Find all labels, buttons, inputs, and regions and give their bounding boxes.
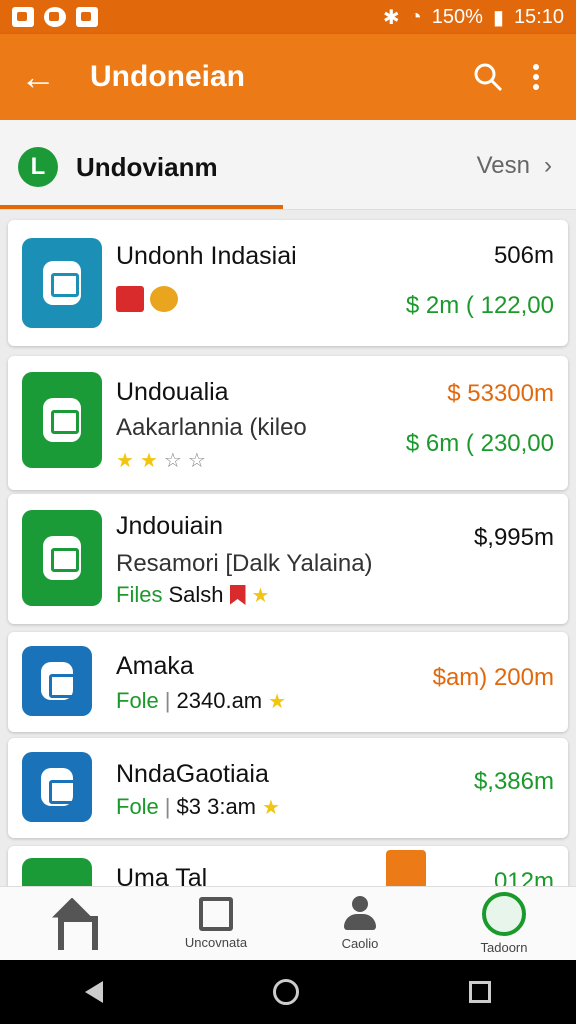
item-tag: Fole [116, 688, 159, 713]
item-title: Undoualia [116, 378, 229, 406]
list-item[interactable]: Amaka Fole | 2340.am ★ $am) 200m [8, 632, 568, 732]
tab-label[interactable]: Undovianm [76, 152, 218, 183]
music-notification-icon [76, 7, 98, 27]
item-title: Jndouiain [116, 512, 224, 540]
status-bar: ✱ ◔ 150% ▮ 15:10 [0, 0, 576, 34]
app-icon [22, 646, 92, 716]
nav-label: Caolio [341, 936, 379, 951]
nav-uncovnata[interactable]: Uncovnata [144, 887, 288, 960]
more-options-icon[interactable] [516, 64, 556, 90]
item-price-top: $,995m [473, 524, 554, 551]
app-bar-title: Undoneian [90, 60, 245, 93]
item-title: Undonh Indasiai [116, 242, 297, 270]
item-price: $ 2m ( 122,00 [405, 292, 554, 319]
compass-notification-icon [44, 7, 66, 27]
gauge-icon [482, 892, 526, 936]
tab-logo-icon: L [18, 147, 58, 187]
star-icon: ★ [268, 690, 287, 713]
item-title: NndaGaotiaia [116, 760, 269, 788]
star-outline-icon: ☆ [187, 450, 206, 472]
list-item[interactable]: NndaGaotiaia Fole | $3 3:am ★ $,386m [8, 738, 568, 838]
item-price-top: $ 53300m [447, 380, 554, 407]
tab-view-link[interactable]: Vesn › [477, 152, 552, 180]
nav-home[interactable] [0, 887, 144, 960]
nav-label: Uncovnata [184, 935, 248, 950]
tab-bar: L Undovianm Vesn › [0, 120, 576, 210]
tab-indicator [0, 205, 283, 209]
app-icon [22, 510, 102, 606]
bookmark-icon [229, 585, 246, 605]
app-icon [22, 238, 102, 328]
gold-badge-icon [150, 286, 178, 312]
list-item[interactable]: Undoualia Aakarlannia (kileo ★ ★ ☆ ☆ $ 5… [8, 356, 568, 490]
list-item[interactable]: Jndouiain Resamori [Dalk Yalaina) Files … [8, 494, 568, 624]
bottom-navigation: Uncovnata Caolio Tadoorn [0, 886, 576, 960]
battery-icon: ▮ [492, 6, 504, 29]
home-nav-icon[interactable] [273, 979, 299, 1005]
status-time: 15:10 [513, 5, 564, 28]
wifi-icon: ◔ [409, 5, 422, 28]
item-tag: Fole [116, 794, 159, 819]
search-icon[interactable] [460, 61, 516, 93]
back-nav-icon[interactable] [85, 981, 103, 1003]
app-bar: ← Undoneian [0, 34, 576, 120]
back-arrow-icon[interactable]: ← [20, 56, 70, 98]
rating-stars: ★ ★ ☆ ☆ [116, 448, 206, 473]
home-icon [50, 898, 98, 950]
star-outline-icon: ☆ [163, 450, 182, 472]
orange-badge-icon [386, 850, 426, 890]
list-item[interactable]: Undonh Indasiai 506m $ 2m ( 122,00 [8, 220, 568, 346]
chevron-right-icon: › [544, 152, 552, 179]
bluetooth-icon: ✱ [382, 6, 400, 29]
item-meta: 2340.am [176, 688, 263, 713]
item-meta: $3 3:am [176, 794, 257, 819]
photo-notification-icon [12, 7, 34, 27]
person-icon [342, 896, 378, 932]
system-navigation-bar [0, 960, 576, 1024]
nav-caolio[interactable]: Caolio [288, 887, 432, 960]
item-price-top: $,386m [473, 768, 554, 795]
item-meta: Salsh [168, 582, 224, 607]
nav-tadoorn[interactable]: Tadoorn [432, 887, 576, 960]
item-price: $ 6m ( 230,00 [405, 430, 554, 457]
star-icon: ★ [251, 584, 270, 607]
star-icon: ★ [139, 450, 158, 472]
item-price-top: $am) 200m [432, 664, 554, 691]
grid-icon [199, 897, 233, 931]
battery-percentage: 150% [431, 5, 483, 28]
app-icon [22, 372, 102, 468]
item-subtitle: Aakarlannia (kileo [116, 414, 307, 441]
item-subtitle: Resamori [Dalk Yalaina) [116, 550, 373, 577]
item-size: 506m [493, 242, 554, 269]
tab-right-label: Vesn [476, 152, 530, 179]
app-icon [22, 752, 92, 822]
star-icon: ★ [262, 796, 280, 819]
red-badge-icon [116, 286, 144, 312]
nav-label: Tadoorn [480, 940, 528, 955]
item-title: Amaka [116, 652, 194, 680]
item-tag: Files [116, 582, 163, 607]
star-icon: ★ [116, 450, 134, 472]
recents-nav-icon[interactable] [469, 981, 491, 1003]
